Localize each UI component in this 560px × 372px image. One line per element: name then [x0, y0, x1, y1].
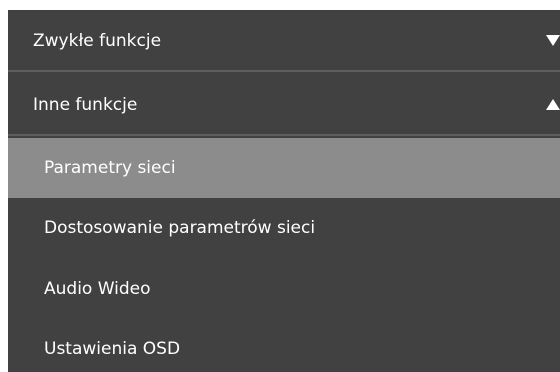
menu-item-label: Parametry sieci [44, 158, 176, 178]
menu-item-label: Ustawienia OSD [44, 339, 181, 359]
section-label: Inne funkcje [33, 95, 138, 115]
menu-item-label: Audio Wideo [44, 279, 151, 299]
menu-item-dostosowanie-parametrow-sieci[interactable]: Dostosowanie parametrów sieci [8, 198, 560, 258]
section-zwykle-funkcje[interactable]: Zwykłe funkcje [8, 10, 560, 72]
settings-menu: Zwykłe funkcje Inne funkcje Parametry si… [8, 10, 560, 372]
section-inne-funkcje[interactable]: Inne funkcje [8, 74, 560, 136]
menu-item-ustawienia-osd[interactable]: Ustawienia OSD [8, 319, 560, 372]
triangle-down-icon[interactable] [546, 35, 560, 46]
menu-item-audio-wideo[interactable]: Audio Wideo [8, 259, 560, 319]
triangle-up-icon[interactable] [546, 99, 560, 110]
section-label: Zwykłe funkcje [33, 31, 162, 51]
menu-item-parametry-sieci[interactable]: Parametry sieci [8, 138, 560, 198]
menu-item-label: Dostosowanie parametrów sieci [44, 218, 316, 238]
